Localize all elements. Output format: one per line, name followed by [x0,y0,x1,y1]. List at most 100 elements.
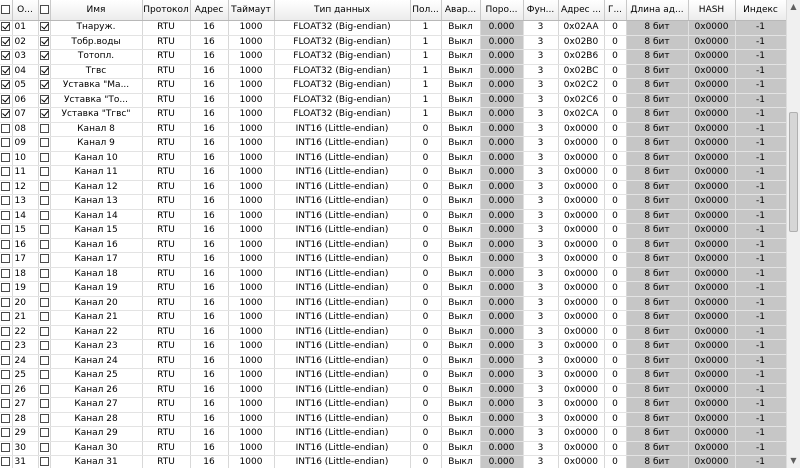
row-select-cell[interactable] [0,397,13,413]
checkbox[interactable] [39,457,49,467]
cell-pol[interactable]: 0 [410,426,442,442]
cell-address-length[interactable]: 8 бит [626,209,689,224]
checkbox[interactable] [1,225,11,235]
row-enable-cell[interactable] [38,64,51,79]
cell-alarm[interactable]: Выкл [441,412,481,427]
cell-pol[interactable]: 0 [410,296,442,311]
cell-address-length[interactable]: 8 бит [626,107,689,123]
cell-timeout[interactable]: 1000 [228,383,275,398]
row-select-cell[interactable] [0,455,13,468]
cell-pol[interactable]: 1 [410,20,442,36]
cell-timeout[interactable]: 1000 [228,368,275,384]
cell-protocol[interactable]: RTU [142,78,191,94]
row-select-cell[interactable] [0,310,13,326]
cell-register-address[interactable]: 0x0000 [558,296,605,311]
cell-function[interactable]: 3 [523,426,559,442]
cell-timeout[interactable]: 1000 [228,281,275,297]
cell-index[interactable]: -1 [735,455,787,468]
checkbox[interactable] [1,167,11,177]
cell-timeout[interactable]: 1000 [228,325,275,340]
cell-register-address[interactable]: 0x0000 [558,122,605,137]
cell-address-length[interactable]: 8 бит [626,223,689,239]
row-enable-cell[interactable] [38,412,51,427]
cell-pol[interactable]: 0 [410,310,442,326]
cell-alarm[interactable]: Выкл [441,136,481,152]
table-row[interactable]: 24 Канал 24 RTU 16 1000 INT16 (Little-endian)… [0,354,787,369]
cell-threshold[interactable]: 0.000 [480,296,524,311]
cell-register-address[interactable]: 0x0000 [558,325,605,340]
table-row[interactable]: 20 Канал 20 RTU 16 1000 INT16 (Little-endian)… [0,296,787,311]
cell-protocol[interactable]: RTU [142,267,191,282]
cell-register-address[interactable]: 0x0000 [558,339,605,355]
cell-protocol[interactable]: RTU [142,339,191,355]
checkbox[interactable] [39,80,49,90]
row-enable-cell[interactable] [38,310,51,326]
cell-alarm[interactable]: Выкл [441,339,481,355]
row-enable-cell[interactable] [38,223,51,239]
cell-hash[interactable]: 0x0000 [688,412,736,427]
checkbox[interactable] [1,109,11,119]
cell-protocol[interactable]: RTU [142,455,191,468]
cell-hash[interactable]: 0x0000 [688,281,736,297]
cell-protocol[interactable]: RTU [142,397,191,413]
cell-timeout[interactable]: 1000 [228,310,275,326]
checkbox[interactable] [1,181,11,191]
cell-index[interactable]: -1 [735,35,787,50]
table-row[interactable]: 27 Канал 27 RTU 16 1000 INT16 (Little-endian)… [0,397,787,413]
row-select-cell[interactable] [0,354,13,369]
cell-address[interactable]: 16 [190,136,229,152]
cell-function[interactable]: 3 [523,252,559,268]
cell-timeout[interactable]: 1000 [228,93,275,108]
cell-data-type[interactable]: INT16 (Little-endian) [274,267,411,282]
checkbox[interactable] [39,94,49,104]
cell-hash[interactable]: 0x0000 [688,122,736,137]
cell-protocol[interactable]: RTU [142,223,191,239]
cell-hash[interactable]: 0x0000 [688,252,736,268]
cell-threshold[interactable]: 0.000 [480,354,524,369]
row-enable-cell[interactable] [38,455,51,468]
cell-name[interactable]: Канал 15 [50,223,143,239]
row-enable-cell[interactable] [38,238,51,253]
checkbox[interactable] [39,428,49,438]
cell-index[interactable]: -1 [735,412,787,427]
cell-address[interactable]: 16 [190,165,229,181]
cell-function[interactable]: 3 [523,223,559,239]
cell-data-type[interactable]: FLOAT32 (Big-endian) [274,35,411,50]
cell-threshold[interactable]: 0.000 [480,368,524,384]
row-enable-cell[interactable] [38,93,51,108]
cell-g[interactable]: 0 [604,296,627,311]
cell-hash[interactable]: 0x0000 [688,455,736,468]
cell-hash[interactable]: 0x0000 [688,107,736,123]
cell-data-type[interactable]: INT16 (Little-endian) [274,296,411,311]
cell-function[interactable]: 3 [523,455,559,468]
header-data-type[interactable]: Тип данных [274,0,411,21]
cell-protocol[interactable]: RTU [142,281,191,297]
cell-pol[interactable]: 0 [410,209,442,224]
row-select-cell[interactable] [0,426,13,442]
cell-hash[interactable]: 0x0000 [688,441,736,456]
cell-index[interactable]: -1 [735,267,787,282]
table-row[interactable]: 04 Тгвс RTU 16 1000 FLOAT32 (Big-endian) 1 Выкл… [0,64,787,79]
cell-address-length[interactable]: 8 бит [626,281,689,297]
cell-data-type[interactable]: FLOAT32 (Big-endian) [274,64,411,79]
header-function[interactable]: Фун... [523,0,559,21]
row-select-cell[interactable] [0,122,13,137]
cell-address[interactable]: 16 [190,296,229,311]
cell-timeout[interactable]: 1000 [228,267,275,282]
cell-name[interactable]: Тнаруж. [50,20,143,36]
cell-hash[interactable]: 0x0000 [688,383,736,398]
cell-address[interactable]: 16 [190,49,229,65]
cell-g[interactable]: 0 [604,136,627,152]
cell-address-length[interactable]: 8 бит [626,238,689,253]
row-select-cell[interactable] [0,151,13,166]
cell-index[interactable]: -1 [735,238,787,253]
header-threshold[interactable]: Поро... [480,0,524,21]
cell-hash[interactable]: 0x0000 [688,238,736,253]
checkbox[interactable] [39,138,49,148]
row-select-cell[interactable] [0,194,13,210]
cell-address-length[interactable]: 8 бит [626,354,689,369]
cell-pol[interactable]: 0 [410,122,442,137]
row-select-cell[interactable] [0,281,13,297]
cell-timeout[interactable]: 1000 [228,78,275,94]
cell-register-address[interactable]: 0x0000 [558,412,605,427]
